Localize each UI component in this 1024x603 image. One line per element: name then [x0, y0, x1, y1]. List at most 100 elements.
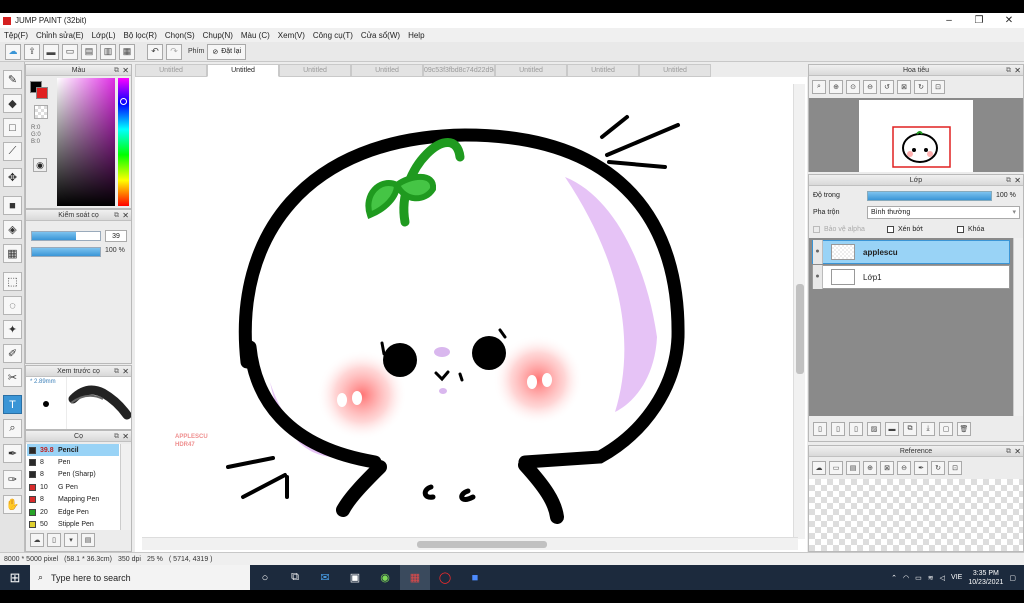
new-brush-icon[interactable]: ▯	[47, 533, 61, 547]
brush-item[interactable]: 50 Stipple Pen	[27, 518, 119, 530]
layer-list-scrollbar[interactable]	[1013, 238, 1023, 416]
brush-item[interactable]: 8 Pen (Sharp)	[27, 469, 119, 481]
clock[interactable]: 3:35 PM 10/23/2021	[968, 569, 1003, 587]
new-layer-1bit-icon[interactable]: ▯	[849, 422, 863, 436]
float-icon[interactable]: ⧉	[114, 65, 119, 76]
taskbar-search[interactable]: ⌕ Type here to search	[30, 565, 250, 590]
rotate-left-icon[interactable]: ↺	[880, 80, 894, 94]
hue-slider-handle[interactable]	[120, 98, 127, 105]
size-slider[interactable]	[31, 231, 101, 241]
saturation-value-picker[interactable]	[57, 78, 115, 206]
open-canvas-icon[interactable]: ▤	[846, 461, 860, 475]
canvas-horizontal-scrollbar[interactable]	[142, 537, 798, 550]
jump-paint-icon[interactable]: ▦	[400, 565, 430, 590]
navigator-view[interactable]	[809, 98, 1023, 172]
float-icon[interactable]: ⧉	[114, 210, 119, 221]
pen-tool-icon[interactable]: ✑	[3, 470, 22, 489]
chrome-icon[interactable]: ◉	[370, 565, 400, 590]
float-icon[interactable]: ⧉	[1006, 65, 1011, 76]
document-icon[interactable]: ▥	[100, 43, 116, 60]
duplicate-layer-icon[interactable]: ⧉	[903, 422, 917, 436]
menu-view[interactable]: Xem(V)	[278, 31, 305, 40]
zoom-app-icon[interactable]: ■	[460, 565, 490, 590]
minimize-button[interactable]: –	[934, 13, 964, 28]
vertical-scroll-thumb[interactable]	[796, 284, 804, 374]
menu-select[interactable]: Chọn(S)	[165, 31, 195, 40]
menu-window[interactable]: Cửa sổ(W)	[361, 31, 400, 40]
cloud-icon[interactable]: ☁	[5, 43, 21, 60]
clipping-checkbox[interactable]	[887, 226, 894, 233]
rotate-right-icon[interactable]: ↻	[914, 80, 928, 94]
redo-icon[interactable]: ↷	[166, 43, 182, 60]
new-layer-8bit-icon[interactable]: ▯	[831, 422, 845, 436]
blend-mode-select[interactable]: Bình thường ▾	[867, 206, 1020, 219]
float-icon[interactable]: ⧉	[1006, 175, 1011, 186]
cloud-open-icon[interactable]: ☁	[812, 461, 826, 475]
store-icon[interactable]: ▣	[340, 565, 370, 590]
visibility-icon[interactable]: ●	[813, 240, 823, 264]
float-icon[interactable]: ⧉	[114, 431, 119, 442]
document-tab[interactable]: Untitled	[351, 64, 423, 77]
menu-help[interactable]: Help	[408, 31, 424, 40]
wifi-icon[interactable]: ≋	[928, 574, 934, 582]
eyedropper-icon[interactable]: ✒	[914, 461, 928, 475]
volume-icon[interactable]: ◁	[940, 574, 945, 582]
brush-item[interactable]: 8 Mapping Pen	[27, 494, 119, 506]
line-tool-icon[interactable]: ⟋	[3, 142, 22, 161]
close-icon[interactable]: ✕	[1014, 175, 1021, 186]
chevron-up-icon[interactable]: ⌃	[891, 574, 897, 582]
document-tab[interactable]: 09c53f3fbd8c74d22d9d.jpg	[423, 64, 495, 77]
menu-edit[interactable]: Chỉnh sửa(E)	[36, 31, 84, 40]
clear-layer-icon[interactable]: ▢	[939, 422, 953, 436]
hand-tool-icon[interactable]: ✋	[3, 495, 22, 514]
visibility-icon[interactable]: ●	[813, 265, 823, 289]
zoom-in-icon[interactable]: ⊕	[829, 80, 843, 94]
rotate-icon[interactable]: ↻	[931, 461, 945, 475]
brush-list-scrollbar[interactable]	[120, 444, 131, 530]
horizontal-scroll-thumb[interactable]	[417, 541, 547, 548]
layer-item-lop1[interactable]: ● Lớp1	[812, 265, 1010, 289]
brush-item[interactable]: 8 Pen	[27, 456, 119, 468]
move-tool-icon[interactable]: ✥	[3, 168, 22, 187]
merge-down-icon[interactable]: ⤓	[921, 422, 935, 436]
canvas-area[interactable]: APPLESCU HDR47	[135, 77, 807, 552]
new-folder-icon[interactable]: ▬	[885, 422, 899, 436]
monitor-icon[interactable]: ▭	[62, 43, 78, 60]
reference-view[interactable]	[809, 479, 1023, 551]
background-color-swatch[interactable]	[36, 87, 48, 99]
eyedropper-tool-icon[interactable]: ✒	[3, 444, 22, 463]
document-tab[interactable]: Untitled	[279, 64, 351, 77]
delete-layer-icon[interactable]: 🗑	[957, 422, 971, 436]
close-icon[interactable]: ✕	[1014, 446, 1021, 457]
size-value[interactable]: 39	[105, 230, 127, 242]
close-icon[interactable]: ✕	[1014, 65, 1021, 76]
float-icon[interactable]: ⧉	[1006, 446, 1011, 457]
menu-tools[interactable]: Công cụ(T)	[313, 31, 353, 40]
brush-item[interactable]: 10 G Pen	[27, 481, 119, 493]
magic-wand-tool-icon[interactable]: ✦	[3, 320, 22, 339]
brush-item[interactable]: 39.8 Pencil	[27, 444, 119, 456]
select-eraser-tool-icon[interactable]: ✂	[3, 368, 22, 387]
close-button[interactable]: ✕	[994, 13, 1024, 28]
menu-color[interactable]: Màu (C)	[241, 31, 270, 40]
document-tab[interactable]: Untitled	[567, 64, 639, 77]
select-rect-tool-icon[interactable]: ⬚	[3, 272, 22, 291]
cortana-icon[interactable]: ○	[250, 565, 280, 590]
document-tab[interactable]: Untitled	[639, 64, 711, 77]
search-tool-icon[interactable]: ⌕	[3, 419, 22, 438]
document-tab[interactable]: Untitled	[207, 64, 279, 77]
new-layer-icon[interactable]: ▯	[813, 422, 827, 436]
brush-item[interactable]: 20 Edge Pen	[27, 506, 119, 518]
lock-view-icon[interactable]: ⊡	[931, 80, 945, 94]
share-icon[interactable]: ⇪	[24, 43, 40, 60]
notification-icon[interactable]: ▢	[1009, 574, 1016, 582]
menu-capture[interactable]: Chụp(N)	[203, 31, 233, 40]
close-icon[interactable]: ✕	[122, 431, 129, 442]
document-tab[interactable]: Untitled	[135, 64, 207, 77]
palette-icon[interactable]: ◉	[33, 158, 47, 172]
page-icon[interactable]: ▤	[81, 43, 97, 60]
transparent-color-swatch[interactable]	[34, 105, 48, 119]
zoom-actual-icon[interactable]: ⊙	[846, 80, 860, 94]
network-icon[interactable]: ◠	[903, 574, 909, 582]
reset-button[interactable]: ⊘ Đặt lại	[207, 43, 247, 60]
